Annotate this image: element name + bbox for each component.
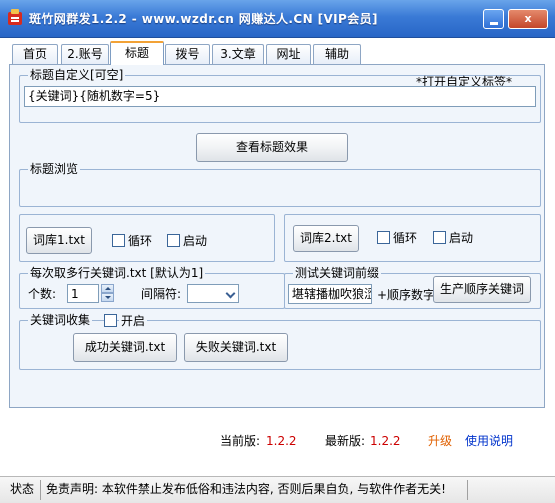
window-title: 斑竹网群发1.2.2 - www.wzdr.cn 网赚达人.CN [VIP会员] (29, 12, 378, 26)
tab-title[interactable]: 标题 (110, 41, 164, 65)
tab-panel: 标题自定义[可空] *打开自定义标签* {关键词}{随机数字=5} 查看标题效果… (9, 64, 545, 408)
lexicon1-loop-checkbox[interactable] (112, 234, 125, 247)
collect-enable-checkbox[interactable] (104, 314, 117, 327)
success-keywords-button[interactable]: 成功关键词.txt (73, 333, 177, 362)
keyword-prefix-legend: 测试关键词前缀 (293, 266, 382, 280)
current-version-label: 当前版: (220, 434, 261, 448)
failed-keywords-button[interactable]: 失败关键词.txt (184, 333, 288, 362)
lexicon1-button[interactable]: 词库1.txt (26, 227, 92, 254)
count-increase-icon[interactable] (101, 284, 114, 293)
latest-version-label: 最新版: (325, 434, 366, 448)
order-number-label: +顺序数字 (377, 288, 436, 302)
lexicon1-enable-checkbox[interactable] (167, 234, 180, 247)
minimize-button[interactable] (483, 9, 504, 29)
status-label: 状态 (10, 482, 35, 496)
upgrade-link[interactable]: 升级 (428, 434, 452, 448)
collect-enable-label: 开启 (119, 314, 148, 328)
tab-assist[interactable]: 辅助 (313, 44, 361, 64)
lexicon1-enable-label: 启动 (183, 234, 208, 248)
count-input[interactable]: 1 (67, 284, 99, 303)
disclaimer-text: 免责声明: 本软件禁止发布低俗和违法内容, 否则后果自负, 与软件作者无关! (46, 482, 446, 496)
latest-version-value: 1.2.2 (370, 434, 401, 448)
lexicon1-loop-label: 循环 (128, 234, 153, 248)
lexicon2-enable-label: 启动 (449, 231, 474, 245)
tab-dial[interactable]: 拨号 (165, 44, 210, 64)
multiline-keyword-legend: 每次取多行关键词.txt [默认为1] (28, 266, 206, 280)
status-bar: 状态 免责声明: 本软件禁止发布低俗和违法内容, 否则后果自负, 与软件作者无关… (0, 476, 555, 503)
tab-article[interactable]: 3.文章 (212, 44, 264, 64)
help-link[interactable]: 使用说明 (465, 434, 513, 448)
status-divider (467, 480, 468, 500)
tab-account[interactable]: 2.账号 (61, 44, 109, 64)
tab-url[interactable]: 网址 (266, 44, 311, 64)
lexicon2-group: 词库2.txt 循环 启动 (284, 214, 541, 262)
title-preview-legend: 标题浏览 (28, 162, 81, 176)
app-logo-icon (8, 9, 22, 25)
preview-title-button[interactable]: 查看标题效果 (196, 133, 348, 162)
client-area: 首页 2.账号 标题 拨号 3.文章 网址 辅助 标题自定义[可空] *打开自定… (0, 38, 555, 476)
title-preview-group: 标题浏览 (19, 162, 541, 207)
chevron-down-icon[interactable] (225, 288, 237, 298)
lexicon2-button[interactable]: 词库2.txt (293, 225, 359, 252)
status-divider (40, 480, 41, 500)
count-label: 个数: (28, 287, 57, 301)
title-custom-legend: 标题自定义[可空] (28, 68, 126, 82)
lexicon2-loop-label: 循环 (393, 231, 418, 245)
count-decrease-icon[interactable] (101, 293, 114, 302)
keyword-prefix-group: 测试关键词前缀 堪辖播枷吹狼涩 +顺序数字 生产顺序关键词 (284, 266, 541, 309)
separator-label: 间隔符: (141, 287, 182, 301)
lexicon2-loop-checkbox[interactable] (377, 231, 390, 244)
title-bar: 斑竹网群发1.2.2 - www.wzdr.cn 网赚达人.CN [VIP会员]… (0, 0, 555, 38)
title-custom-group: 标题自定义[可空] *打开自定义标签* {关键词}{随机数字=5} (19, 68, 541, 123)
close-button[interactable]: x (508, 9, 548, 29)
multiline-keyword-group: 每次取多行关键词.txt [默认为1] 个数: 1 间隔符: (19, 266, 285, 309)
title-template-input[interactable]: {关键词}{随机数字=5} (24, 86, 536, 107)
lexicon1-group: 词库1.txt 循环 启动 (19, 214, 275, 262)
tab-home[interactable]: 首页 (12, 44, 58, 64)
lexicon2-enable-checkbox[interactable] (433, 231, 446, 244)
current-version-value: 1.2.2 (266, 434, 297, 448)
keyword-prefix-input[interactable]: 堪辖播枷吹狼涩 (288, 284, 372, 304)
keyword-collect-legend: 关键词收集 (28, 313, 93, 327)
keyword-collect-group: 关键词收集 开启 成功关键词.txt 失败关键词.txt (19, 313, 541, 370)
generate-ordered-keywords-button[interactable]: 生产顺序关键词 (433, 276, 531, 303)
